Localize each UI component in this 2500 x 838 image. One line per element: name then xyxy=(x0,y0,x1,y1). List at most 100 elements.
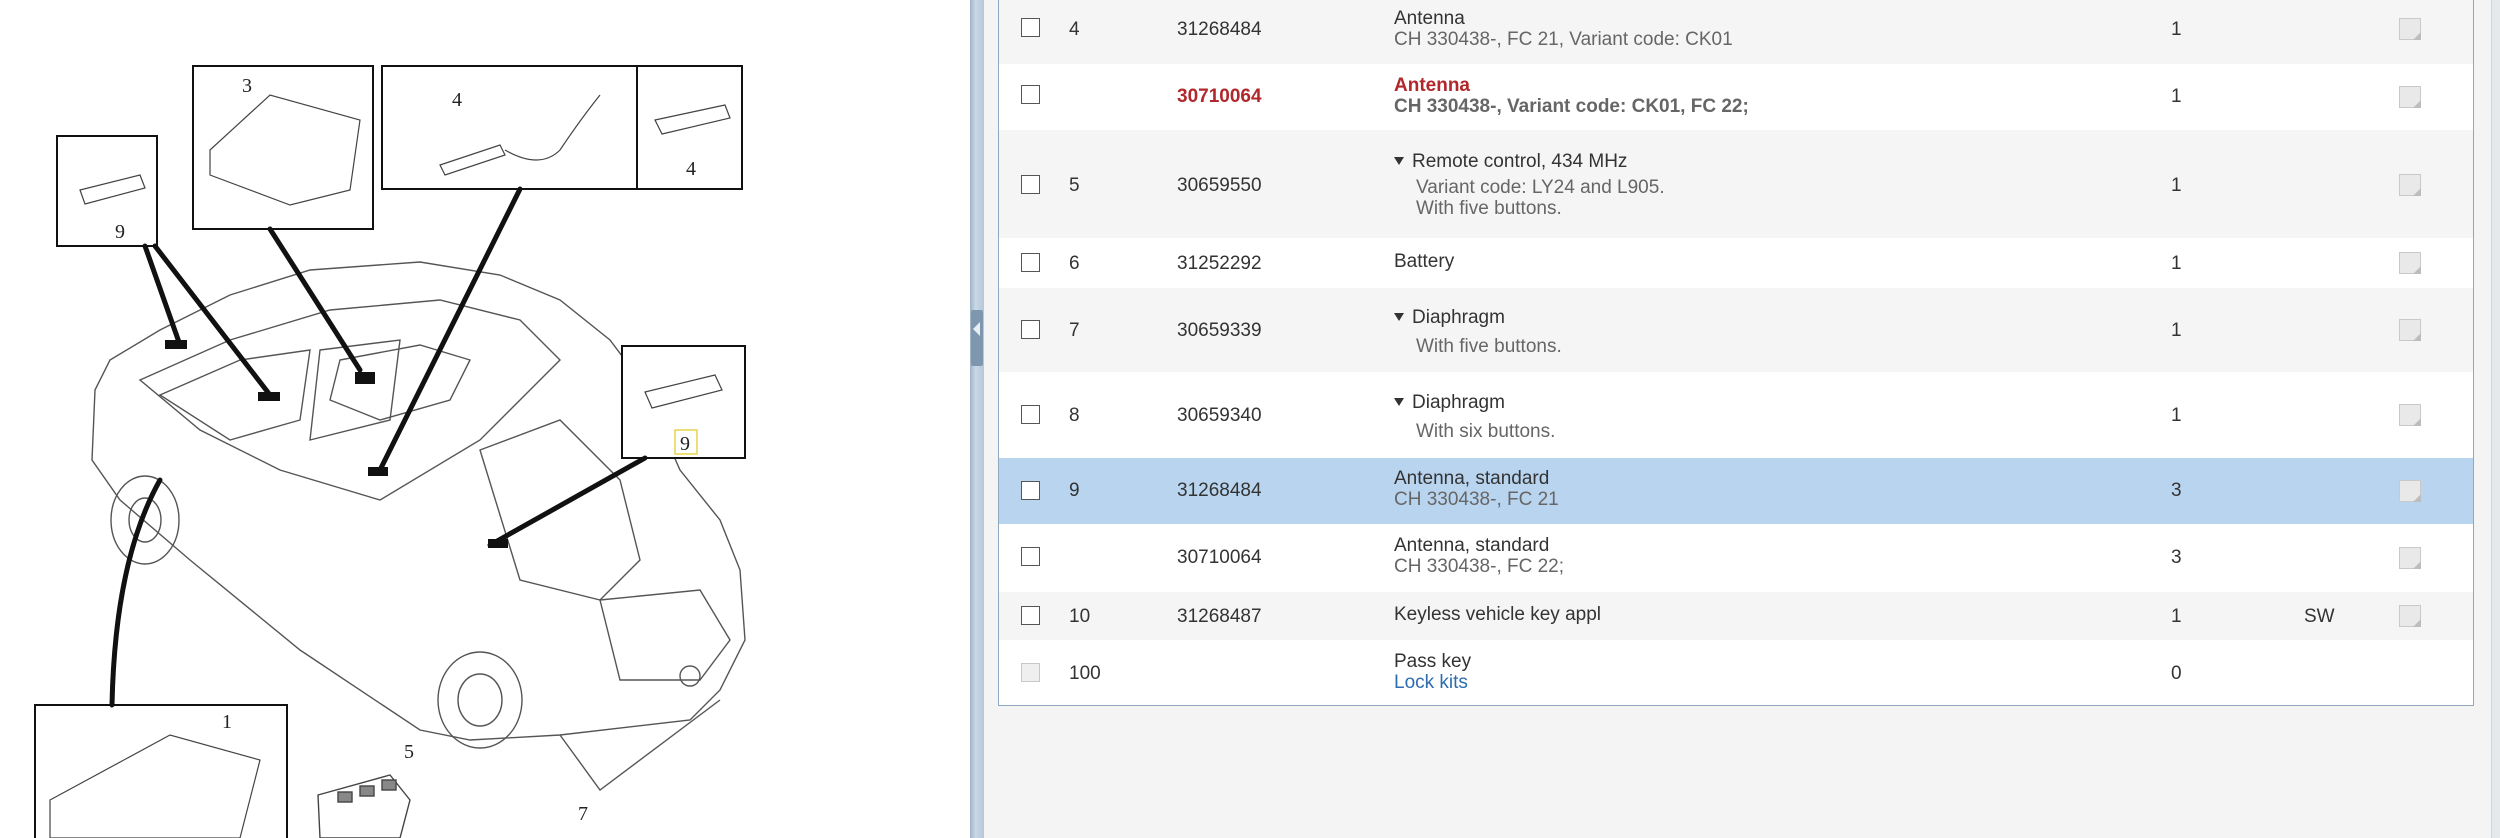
description-title: Pass key xyxy=(1394,651,1472,672)
position-cell: 100 xyxy=(1069,663,1101,684)
quantity-cell: 3 xyxy=(2171,547,2182,568)
callout-label-9a: 9 xyxy=(115,221,125,243)
note-icon[interactable] xyxy=(2399,547,2423,571)
description-detail: CH 330438-, Variant code: CK01, FC 22; xyxy=(1394,96,1749,117)
row-checkbox-disabled xyxy=(1021,663,1040,682)
row-checkbox[interactable] xyxy=(1021,405,1040,424)
callout-label-3: 3 xyxy=(242,75,252,97)
note-icon[interactable] xyxy=(2399,480,2423,504)
position-cell: 6 xyxy=(1069,253,1080,274)
table-row-selected[interactable]: 9 31268484 Antenna, standard CH 330438-,… xyxy=(999,458,2473,524)
callout-label-1: 1 xyxy=(222,711,232,733)
callout-label-9b: 9 xyxy=(680,433,690,455)
callout-box-4a xyxy=(381,65,638,190)
description-cell: Antenna, standard CH 330438-, FC 21 xyxy=(1394,468,1559,510)
callout-label-4b: 4 xyxy=(686,158,696,180)
quantity-cell: 1 xyxy=(2171,175,2182,196)
description-title: Keyless vehicle key appl xyxy=(1394,604,1601,625)
table-row[interactable]: 6 31252292 Battery 1 xyxy=(999,238,2473,288)
key-fob-part xyxy=(317,774,411,838)
callout-label-7: 7 xyxy=(578,803,588,825)
description-cell: Diaphragm With five buttons. xyxy=(1394,307,1562,357)
description-cell: Diaphragm With six buttons. xyxy=(1394,392,1555,442)
lock-kits-link[interactable]: Lock kits xyxy=(1394,672,1471,693)
note-icon[interactable] xyxy=(2399,86,2423,110)
collapse-arrow-icon xyxy=(973,322,980,336)
part-number-cell: 30659550 xyxy=(1177,175,1262,196)
table-row[interactable]: 4 31268484 Antenna CH 330438-, FC 21, Va… xyxy=(999,0,2473,64)
table-row[interactable]: 100 Pass key Lock kits 0 xyxy=(999,640,2473,706)
table-row[interactable]: 30710064 Antenna, standard CH 330438-, F… xyxy=(999,524,2473,592)
description-detail: With five buttons. xyxy=(1416,336,1562,357)
table-row[interactable]: 30710064 Antenna CH 330438-, Variant cod… xyxy=(999,64,2473,130)
quantity-cell: 1 xyxy=(2171,606,2182,627)
description-cell: Antenna, standard CH 330438-, FC 22; xyxy=(1394,535,1564,577)
position-cell: 4 xyxy=(1069,19,1080,40)
car-outline xyxy=(91,261,746,741)
note-icon[interactable] xyxy=(2399,174,2423,198)
description-cell: Battery xyxy=(1394,251,1454,272)
note-icon[interactable] xyxy=(2399,319,2423,343)
splitter-collapse-handle[interactable] xyxy=(971,310,983,366)
callout-box-1 xyxy=(34,704,288,838)
quantity-cell: 1 xyxy=(2171,405,2182,426)
note-icon[interactable] xyxy=(2399,252,2423,276)
row-checkbox[interactable] xyxy=(1021,175,1040,194)
description-title: Battery xyxy=(1394,251,1455,272)
description-cell: Keyless vehicle key appl xyxy=(1394,604,1601,625)
expand-triangle-icon[interactable] xyxy=(1394,157,1404,165)
row-checkbox[interactable] xyxy=(1021,320,1040,339)
callout-label-4a: 4 xyxy=(452,89,462,111)
quantity-cell: 1 xyxy=(2171,19,2182,40)
parts-diagram-pane: 3 4 4 9 9 1 5 7 xyxy=(0,0,970,838)
description-detail: CH 330438-, FC 21 xyxy=(1394,489,1559,510)
quantity-cell: 3 xyxy=(2171,480,2182,501)
description-title: Remote control, 434 MHz xyxy=(1412,151,1628,172)
position-cell: 9 xyxy=(1069,480,1080,501)
quantity-cell: 1 xyxy=(2171,320,2182,341)
pane-splitter[interactable] xyxy=(970,0,984,838)
position-cell: 7 xyxy=(1069,320,1080,341)
description-title: Antenna xyxy=(1394,75,1470,96)
description-detail: With six buttons. xyxy=(1416,421,1556,442)
position-cell: 5 xyxy=(1069,175,1080,196)
row-checkbox[interactable] xyxy=(1021,606,1040,625)
row-checkbox[interactable] xyxy=(1021,18,1040,37)
note-icon[interactable] xyxy=(2399,605,2423,629)
parts-diagram: 3 4 4 9 9 1 5 7 xyxy=(34,65,746,838)
part-number-cell: 31268484 xyxy=(1177,19,1262,40)
callout-label-5: 5 xyxy=(404,741,414,763)
note-icon[interactable] xyxy=(2399,404,2423,428)
part-number-cell: 30659340 xyxy=(1177,405,1262,426)
table-row[interactable]: 10 31268487 Keyless vehicle key appl 1 S… xyxy=(999,592,2473,640)
quantity-cell: 0 xyxy=(2171,663,2182,684)
row-checkbox[interactable] xyxy=(1021,253,1040,272)
part-number-cell: 31268487 xyxy=(1177,606,1262,627)
quantity-cell: 1 xyxy=(2171,253,2182,274)
parts-list-pane: 4 31268484 Antenna CH 330438-, FC 21, Va… xyxy=(984,0,2500,838)
expand-triangle-icon[interactable] xyxy=(1394,313,1404,321)
table-row[interactable]: 7 30659339 Diaphragm With five buttons. … xyxy=(999,288,2473,372)
callout-box-9a xyxy=(56,135,158,247)
row-checkbox[interactable] xyxy=(1021,547,1040,566)
position-cell: 8 xyxy=(1069,405,1080,426)
part-number-cell: 30659339 xyxy=(1177,320,1262,341)
description-title: Antenna xyxy=(1394,8,1465,29)
part-number-cell: 30710064 xyxy=(1177,86,1262,107)
description-cell: Remote control, 434 MHz Variant code: LY… xyxy=(1394,151,1665,219)
expand-triangle-icon[interactable] xyxy=(1394,398,1404,406)
callout-box-3 xyxy=(192,65,374,230)
row-checkbox[interactable] xyxy=(1021,481,1040,500)
note-icon[interactable] xyxy=(2399,18,2423,42)
description-detail: CH 330438-, FC 22; xyxy=(1394,556,1565,577)
table-row[interactable]: 8 30659340 Diaphragm With six buttons. 1 xyxy=(999,372,2473,458)
description-cell: Antenna CH 330438-, Variant code: CK01, … xyxy=(1394,75,1749,117)
description-title: Antenna, standard xyxy=(1394,535,1550,556)
part-number-cell: 31268484 xyxy=(1177,480,1262,501)
scroll-track[interactable] xyxy=(2491,0,2500,838)
table-row[interactable]: 5 30659550 Remote control, 434 MHz Varia… xyxy=(999,130,2473,238)
description-detail: CH 330438-, FC 21, Variant code: CK01 xyxy=(1394,29,1733,50)
description-cell: Antenna CH 330438-, FC 21, Variant code:… xyxy=(1394,8,1733,50)
row-checkbox[interactable] xyxy=(1021,85,1040,104)
description-cell: Pass key Lock kits xyxy=(1394,651,1471,693)
